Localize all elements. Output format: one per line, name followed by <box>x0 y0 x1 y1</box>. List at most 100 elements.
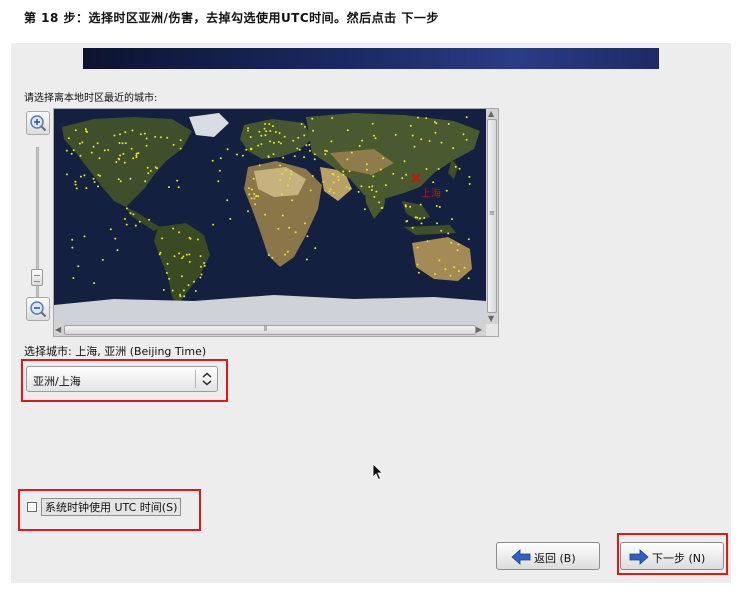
city-dot[interactable] <box>269 140 272 143</box>
city-dot[interactable] <box>403 160 406 163</box>
city-dot[interactable] <box>371 185 374 188</box>
city-dot[interactable] <box>290 173 293 176</box>
city-dot[interactable] <box>188 260 191 263</box>
city-dot[interactable] <box>375 190 378 193</box>
city-dot[interactable] <box>298 148 301 151</box>
city-dot[interactable] <box>253 193 256 195</box>
city-dot[interactable] <box>337 175 340 178</box>
city-dot[interactable] <box>426 240 429 243</box>
city-dot[interactable] <box>134 224 137 227</box>
city-dot[interactable] <box>258 130 261 133</box>
city-dot[interactable] <box>159 136 162 139</box>
city-dot[interactable] <box>226 199 229 202</box>
city-dot[interactable] <box>440 229 443 232</box>
city-dot[interactable] <box>449 274 452 277</box>
scroll-down-icon[interactable]: ▼ <box>488 314 494 324</box>
city-dot[interactable] <box>436 222 438 225</box>
city-dot[interactable] <box>124 218 126 220</box>
city-dot[interactable] <box>405 173 408 176</box>
city-dot[interactable] <box>346 129 349 132</box>
city-dot[interactable] <box>417 116 419 119</box>
city-dot[interactable] <box>457 270 460 273</box>
city-dot[interactable] <box>313 153 316 156</box>
city-dot[interactable] <box>137 152 140 155</box>
city-dot[interactable] <box>203 264 206 267</box>
city-dot[interactable] <box>293 155 296 158</box>
city-dot[interactable] <box>264 134 267 137</box>
city-dot[interactable] <box>409 205 412 208</box>
city-dot[interactable] <box>456 249 459 252</box>
city-dot[interactable] <box>312 129 314 132</box>
city-dot[interactable] <box>361 139 364 142</box>
city-dot[interactable] <box>162 288 165 291</box>
city-dot[interactable] <box>432 181 435 184</box>
city-dot[interactable] <box>314 247 317 250</box>
city-dot[interactable] <box>394 133 397 136</box>
city-dot[interactable] <box>286 184 289 187</box>
city-dot[interactable] <box>304 222 306 225</box>
city-dot[interactable] <box>342 170 345 173</box>
city-dot[interactable] <box>158 253 161 256</box>
city-dot[interactable] <box>332 192 335 194</box>
city-dot[interactable] <box>409 124 412 127</box>
city-dot[interactable] <box>363 208 366 211</box>
city-dot[interactable] <box>304 125 306 128</box>
city-dot[interactable] <box>324 153 327 156</box>
city-dot[interactable] <box>417 271 420 274</box>
city-dot[interactable] <box>419 203 422 206</box>
city-dot[interactable] <box>311 175 314 177</box>
city-dot[interactable] <box>360 185 363 188</box>
city-dot[interactable] <box>279 178 282 181</box>
city-dot[interactable] <box>182 255 185 258</box>
city-dot[interactable] <box>114 237 117 240</box>
city-dot[interactable] <box>373 195 376 198</box>
city-dot[interactable] <box>247 129 249 132</box>
city-dot[interactable] <box>218 169 221 172</box>
city-dot[interactable] <box>438 259 441 262</box>
city-dot[interactable] <box>330 140 333 143</box>
map-vertical-scrollbar[interactable]: ▲ ≡ ▼ <box>486 109 498 324</box>
city-dot[interactable] <box>342 173 345 176</box>
timezone-select[interactable]: 亚洲/上海 <box>26 366 218 392</box>
city-dot[interactable] <box>241 154 244 157</box>
city-dot[interactable] <box>135 156 138 159</box>
city-dot[interactable] <box>245 148 248 151</box>
city-dot[interactable] <box>171 289 174 292</box>
city-dot[interactable] <box>260 134 263 137</box>
city-dot[interactable] <box>434 273 436 275</box>
city-dot[interactable] <box>70 152 73 155</box>
city-dot[interactable] <box>199 255 202 258</box>
city-dot[interactable] <box>278 132 281 134</box>
city-dot[interactable] <box>313 158 316 161</box>
city-dot[interactable] <box>132 213 135 216</box>
city-dot[interactable] <box>187 284 190 287</box>
city-dot[interactable] <box>116 249 119 252</box>
city-dot[interactable] <box>166 262 169 265</box>
city-dot[interactable] <box>305 144 308 147</box>
city-dot[interactable] <box>90 151 93 154</box>
city-dot[interactable] <box>267 155 270 158</box>
city-dot[interactable] <box>435 205 438 207</box>
city-dot[interactable] <box>284 253 286 256</box>
city-dot[interactable] <box>119 180 122 183</box>
city-dot[interactable] <box>189 237 192 240</box>
city-dot[interactable] <box>165 272 168 274</box>
city-dot[interactable] <box>71 246 74 249</box>
city-dot[interactable] <box>281 172 284 175</box>
city-dot[interactable] <box>117 157 120 160</box>
city-dot[interactable] <box>444 268 447 271</box>
city-dot[interactable] <box>265 130 268 133</box>
city-dot[interactable] <box>115 161 118 163</box>
city-dot[interactable] <box>130 147 133 150</box>
city-dot[interactable] <box>435 122 438 125</box>
city-dot[interactable] <box>200 273 203 276</box>
city-dot[interactable] <box>331 172 334 175</box>
city-dot[interactable] <box>416 263 419 266</box>
city-dot[interactable] <box>372 175 375 178</box>
city-dot[interactable] <box>308 143 311 146</box>
city-dot[interactable] <box>437 168 440 170</box>
city-dot[interactable] <box>425 168 428 170</box>
city-dot[interactable] <box>258 164 261 167</box>
city-dot[interactable] <box>346 158 349 161</box>
city-dot[interactable] <box>291 199 294 202</box>
